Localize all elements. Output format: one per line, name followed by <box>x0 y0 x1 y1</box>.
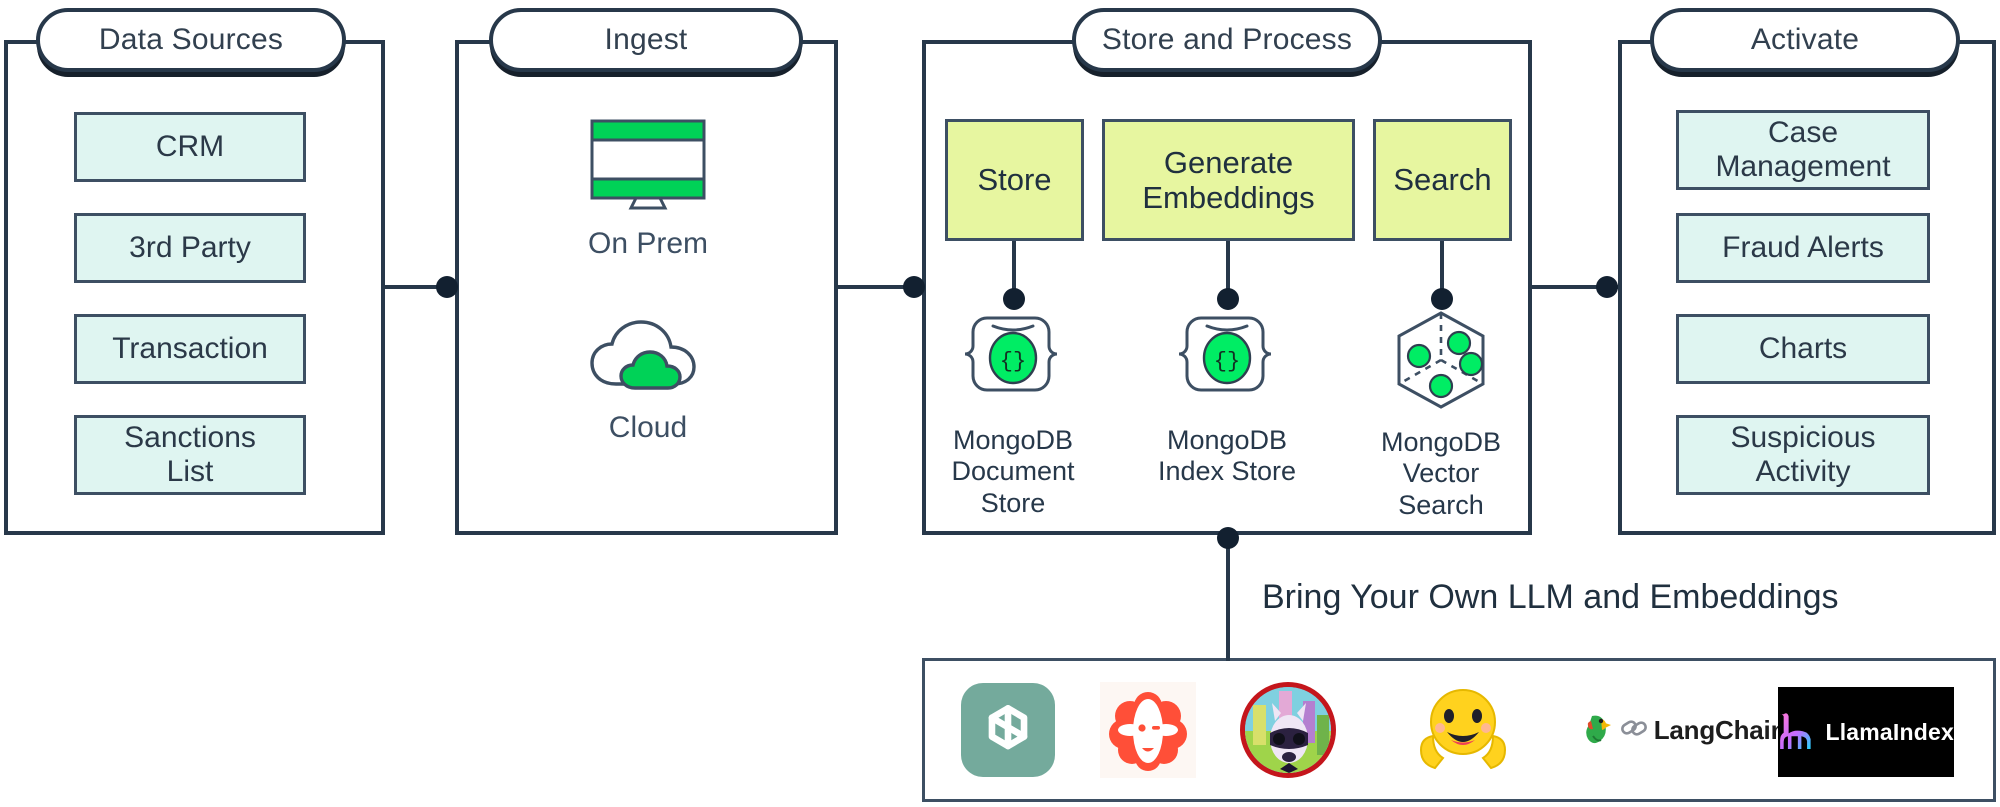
asset-mongodb-vector-search[interactable]: MongoDB Vector Search <box>1360 308 1522 521</box>
ingest-item-cloud[interactable]: Cloud <box>575 316 721 445</box>
connector-dot-activate <box>1596 276 1618 298</box>
llm-logo-llama2[interactable] <box>1225 681 1351 779</box>
asset-label-mongodb-index-store: MongoDB Index Store <box>1157 425 1297 487</box>
panel-ingest <box>455 40 838 535</box>
openai-logo <box>961 683 1055 777</box>
process-action-search[interactable]: Search <box>1373 119 1512 241</box>
mongodb-document-icon: {} <box>963 310 1063 415</box>
activate-item-suspicious-activity[interactable]: Suspicious Activity <box>1676 415 1930 495</box>
activate-item-fraud-alerts[interactable]: Fraud Alerts <box>1676 213 1930 283</box>
langchain-parrot-icon <box>1584 712 1614 749</box>
connector-dot-llmbar <box>1217 527 1239 549</box>
activate-item-case-management[interactable]: Case Management <box>1676 110 1930 190</box>
mongodb-document-icon: {} <box>1177 310 1277 415</box>
llm-logo-llamaindex[interactable]: LlamaIndex <box>1766 686 1966 778</box>
asset-label-mongodb-vector-search: MongoDB Vector Search <box>1380 427 1502 520</box>
process-action-store[interactable]: Store <box>945 119 1084 241</box>
monitor-icon <box>589 118 707 215</box>
data-source-item-crm[interactable]: CRM <box>74 112 306 182</box>
asset-mongodb-document-store[interactable]: {} MongoDB Document Store <box>932 310 1094 519</box>
connector-store-llmbar <box>1226 535 1230 661</box>
panel-title-activate: Activate <box>1650 8 1960 72</box>
stem-dot-embeddings <box>1217 288 1239 310</box>
llama-avatar-logo <box>1240 682 1336 778</box>
stem-dot-store <box>1003 288 1025 310</box>
cohere-logo <box>1100 682 1196 778</box>
cloud-icon <box>586 316 710 399</box>
llm-logo-hugging-face[interactable] <box>1400 678 1526 782</box>
panel-title-data-sources: Data Sources <box>36 8 346 72</box>
stem-dot-search <box>1431 288 1453 310</box>
activate-item-charts[interactable]: Charts <box>1676 314 1930 384</box>
ingest-item-on-prem[interactable]: On Prem <box>575 118 721 261</box>
connector-dot-store <box>903 276 925 298</box>
asset-mongodb-index-store[interactable]: {} MongoDB Index Store <box>1146 310 1308 488</box>
connector-dot-ingest <box>436 276 458 298</box>
asset-label-mongodb-document-store: MongoDB Document Store <box>951 425 1075 518</box>
process-action-generate-embeddings[interactable]: Generate Embeddings <box>1102 119 1355 241</box>
data-source-item-sanctions-list[interactable]: Sanctions List <box>74 415 306 495</box>
svg-text:{}: {} <box>1214 349 1240 374</box>
ingest-label-cloud: Cloud <box>608 411 688 444</box>
ingest-label-on-prem: On Prem <box>587 227 709 260</box>
svg-text:{}: {} <box>1000 349 1026 374</box>
panel-title-store-and-process: Store and Process <box>1072 8 1382 72</box>
data-source-item-transaction[interactable]: Transaction <box>74 314 306 384</box>
llm-logo-openai[interactable] <box>945 681 1071 779</box>
langchain-link-icon <box>1619 713 1649 748</box>
data-source-item-3rd-party[interactable]: 3rd Party <box>74 213 306 283</box>
panel-title-ingest: Ingest <box>489 8 803 72</box>
mongodb-vector-hexagon-icon <box>1389 308 1493 417</box>
llamaindex-logo: LlamaIndex <box>1778 687 1954 777</box>
llm-logo-cohere[interactable] <box>1085 681 1211 779</box>
hugging-face-logo <box>1413 678 1513 783</box>
architecture-diagram: Data Sources CRM 3rd Party Transaction S… <box>0 0 2000 807</box>
llamaindex-wordmark: LlamaIndex <box>1825 718 1954 745</box>
byo-llm-caption: Bring Your Own LLM and Embeddings <box>1262 578 1839 616</box>
